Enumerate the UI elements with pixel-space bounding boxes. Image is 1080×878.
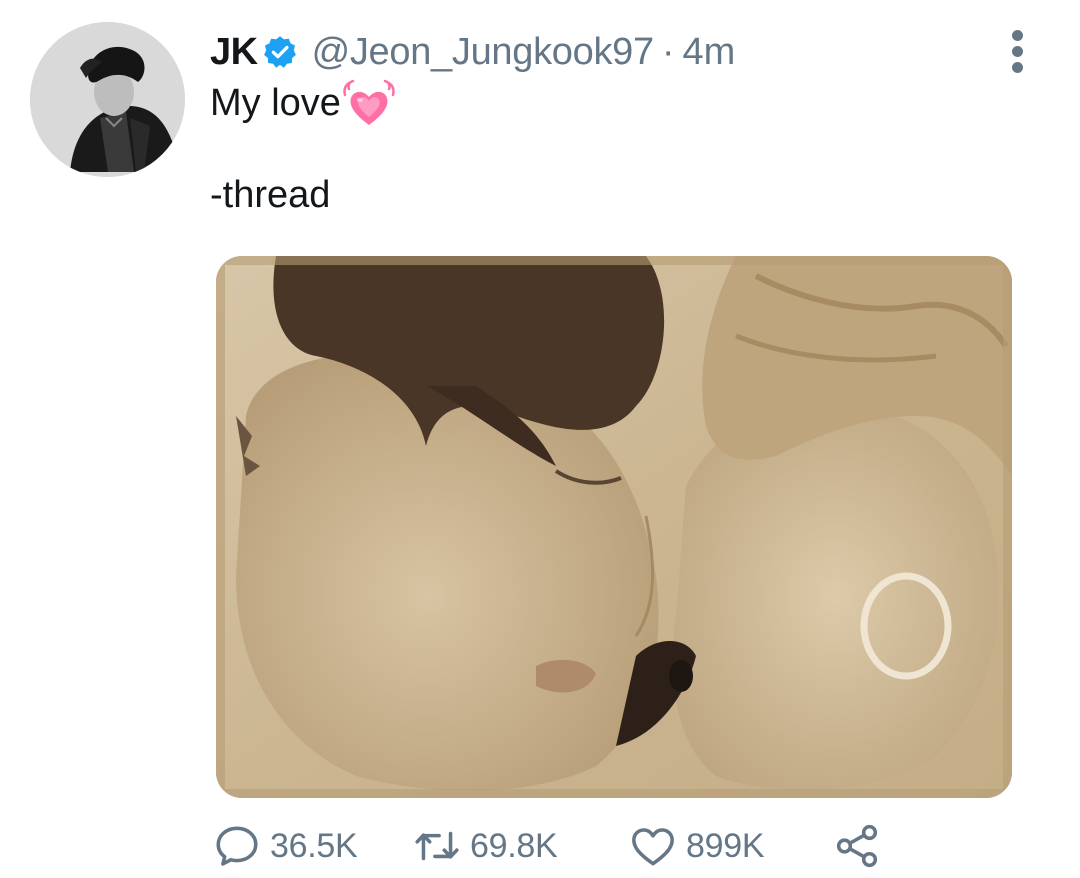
avatar-image (30, 22, 185, 177)
tweet-card[interactable]: JK @Jeon_Jungkook97 · 4m My love -thread… (0, 0, 1080, 878)
tweet-timestamp[interactable]: 4m (682, 31, 735, 74)
retweet-button[interactable]: 69.8K (412, 818, 558, 874)
tweet-text-line: My love (210, 82, 341, 124)
reply-button[interactable]: 36.5K (212, 818, 358, 874)
meta-separator: · (661, 30, 675, 73)
like-button[interactable]: 899K (628, 818, 765, 874)
retweet-icon (415, 831, 459, 861)
more-options-icon[interactable] (1006, 30, 1030, 74)
reply-count: 36.5K (270, 826, 358, 865)
reply-icon (216, 826, 258, 866)
tweet-header: JK @Jeon_Jungkook97 · 4m (210, 26, 735, 78)
retweet-count: 69.8K (470, 826, 558, 865)
tweet-image[interactable] (216, 256, 1012, 798)
verified-badge-icon (262, 34, 298, 70)
share-icon (836, 824, 878, 868)
tweet-text-line: -thread (210, 174, 331, 216)
display-name[interactable]: JK (210, 31, 258, 74)
tweet-actions: 36.5K 69.8K 899K (212, 818, 1072, 874)
growing-heart-emoji (343, 79, 395, 127)
like-count: 899K (686, 826, 765, 865)
profile-avatar[interactable] (30, 22, 185, 177)
share-button[interactable] (832, 818, 882, 874)
sepia-photo (216, 256, 1012, 798)
tweet-text: My love -thread (210, 79, 395, 216)
user-handle[interactable]: @Jeon_Jungkook97 (312, 31, 655, 74)
like-icon (632, 828, 674, 866)
